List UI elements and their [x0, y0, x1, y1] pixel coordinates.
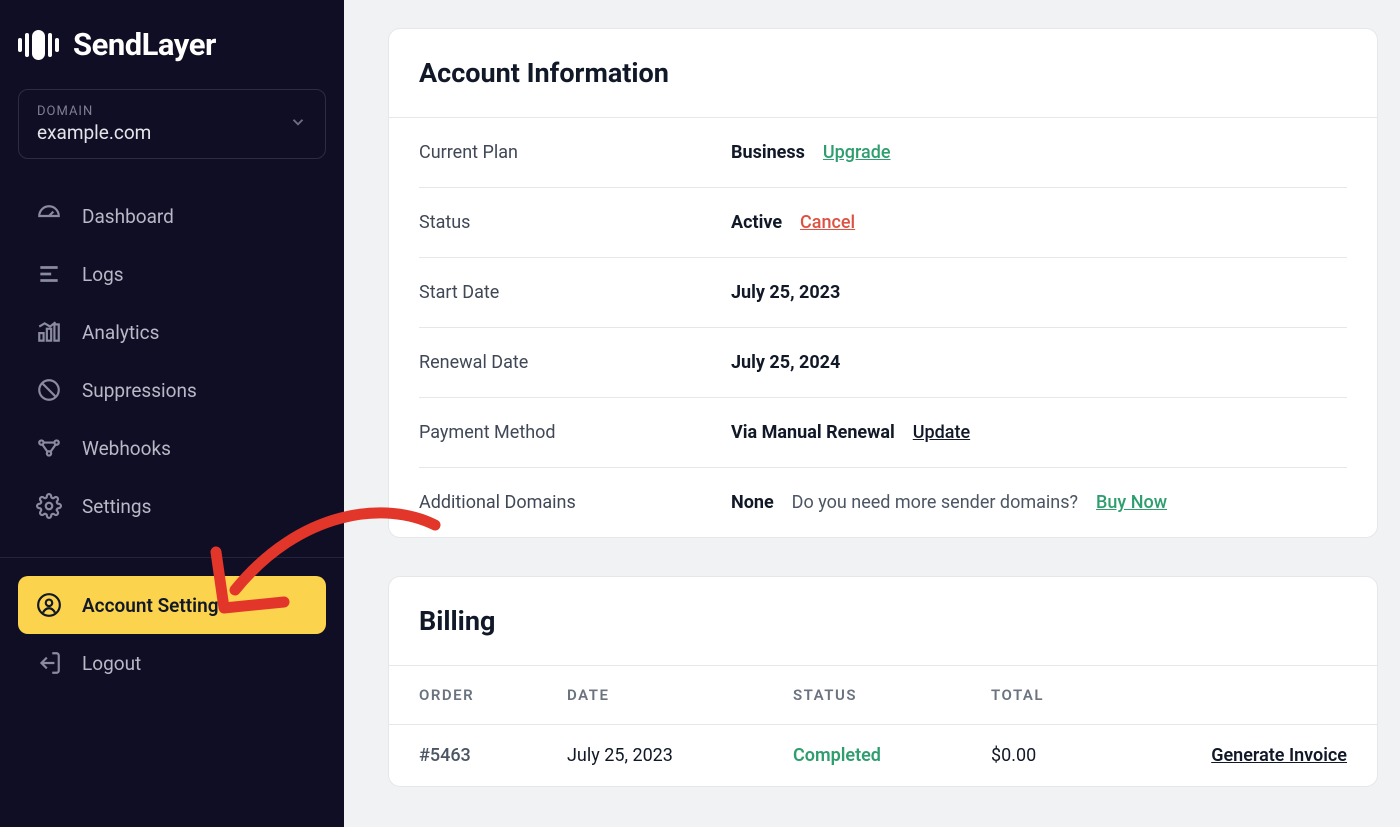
primary-nav: Dashboard Logs Analytics Suppressions We… — [0, 181, 344, 541]
sidebar-item-logs[interactable]: Logs — [0, 245, 344, 303]
list-icon — [36, 261, 62, 287]
sidebar-item-account-settings[interactable]: Account Settings — [18, 576, 326, 634]
sidebar-item-label: Dashboard — [82, 205, 174, 228]
sidebar-item-label: Logs — [82, 263, 124, 286]
sidebar-item-label: Account Settings — [82, 594, 228, 617]
row-label: Current Plan — [419, 142, 731, 163]
brand-bars-icon — [18, 30, 59, 60]
row-value: Business — [731, 142, 805, 163]
sidebar-item-suppressions[interactable]: Suppressions — [0, 361, 344, 419]
cell-status: Completed — [793, 745, 991, 766]
sidebar-item-settings[interactable]: Settings — [0, 477, 344, 535]
card-title: Billing — [389, 577, 1377, 666]
cell-total: $0.00 — [991, 745, 1177, 766]
account-information-card: Account Information Current Plan Busines… — [388, 28, 1378, 538]
row-label: Payment Method — [419, 422, 731, 443]
main-content: Account Information Current Plan Busines… — [344, 0, 1400, 827]
sidebar-item-label: Analytics — [82, 321, 159, 344]
row-label: Start Date — [419, 282, 731, 303]
secondary-nav: Account Settings Logout — [0, 576, 344, 692]
domain-selector-label: DOMAIN — [37, 104, 307, 119]
row-status: Status Active Cancel — [419, 188, 1347, 258]
row-value: July 25, 2023 — [731, 282, 840, 303]
logout-icon — [36, 650, 62, 676]
gear-icon — [36, 493, 62, 519]
row-value: Via Manual Renewal — [731, 422, 895, 443]
row-label: Renewal Date — [419, 352, 731, 373]
buy-now-link[interactable]: Buy Now — [1096, 492, 1167, 513]
sidebar-item-dashboard[interactable]: Dashboard — [0, 187, 344, 245]
col-header-total: TOTAL — [991, 686, 1177, 704]
row-start-date: Start Date July 25, 2023 — [419, 258, 1347, 328]
chevron-down-icon — [289, 113, 307, 135]
row-renewal-date: Renewal Date July 25, 2024 — [419, 328, 1347, 398]
sidebar-item-label: Webhooks — [82, 437, 171, 460]
row-value: None — [731, 492, 774, 513]
row-value: Active — [731, 212, 782, 233]
sidebar-item-label: Suppressions — [82, 379, 197, 402]
cell-order: #5463 — [419, 745, 567, 766]
sidebar-item-webhooks[interactable]: Webhooks — [0, 419, 344, 477]
row-label: Status — [419, 212, 731, 233]
sidebar-item-logout[interactable]: Logout — [18, 634, 326, 692]
col-header-order: ORDER — [419, 686, 567, 704]
chart-icon — [36, 319, 62, 345]
col-header-status: STATUS — [793, 686, 991, 704]
col-header-date: DATE — [567, 686, 793, 704]
nodes-icon — [36, 435, 62, 461]
row-value: July 25, 2024 — [731, 352, 840, 373]
row-additional-domains: Additional Domains None Do you need more… — [419, 468, 1347, 537]
domain-selector[interactable]: DOMAIN example.com — [18, 89, 326, 159]
row-current-plan: Current Plan Business Upgrade — [419, 118, 1347, 188]
card-title: Account Information — [389, 29, 1377, 118]
domain-selector-value: example.com — [37, 121, 307, 144]
generate-invoice-link[interactable]: Generate Invoice — [1211, 745, 1347, 766]
upgrade-link[interactable]: Upgrade — [823, 142, 891, 163]
brand-name: SendLayer — [73, 26, 216, 63]
cancel-link[interactable]: Cancel — [800, 212, 855, 233]
sidebar-item-analytics[interactable]: Analytics — [0, 303, 344, 361]
billing-table-header: ORDER DATE STATUS TOTAL — [389, 666, 1377, 725]
billing-card: Billing ORDER DATE STATUS TOTAL #5463 Ju… — [388, 576, 1378, 787]
user-circle-icon — [36, 592, 62, 618]
ban-icon — [36, 377, 62, 403]
row-note: Do you need more sender domains? — [792, 492, 1078, 513]
sidebar-item-label: Logout — [82, 652, 141, 675]
sidebar-item-label: Settings — [82, 495, 151, 518]
cell-date: July 25, 2023 — [567, 745, 793, 766]
update-payment-link[interactable]: Update — [913, 422, 970, 443]
row-label: Additional Domains — [419, 492, 731, 513]
brand-logo[interactable]: SendLayer — [0, 0, 344, 81]
gauge-icon — [36, 203, 62, 229]
sidebar-divider — [0, 557, 344, 558]
sidebar: SendLayer DOMAIN example.com Dashboard L… — [0, 0, 344, 827]
row-payment-method: Payment Method Via Manual Renewal Update — [419, 398, 1347, 468]
billing-table-row: #5463 July 25, 2023 Completed $0.00 Gene… — [389, 725, 1377, 786]
